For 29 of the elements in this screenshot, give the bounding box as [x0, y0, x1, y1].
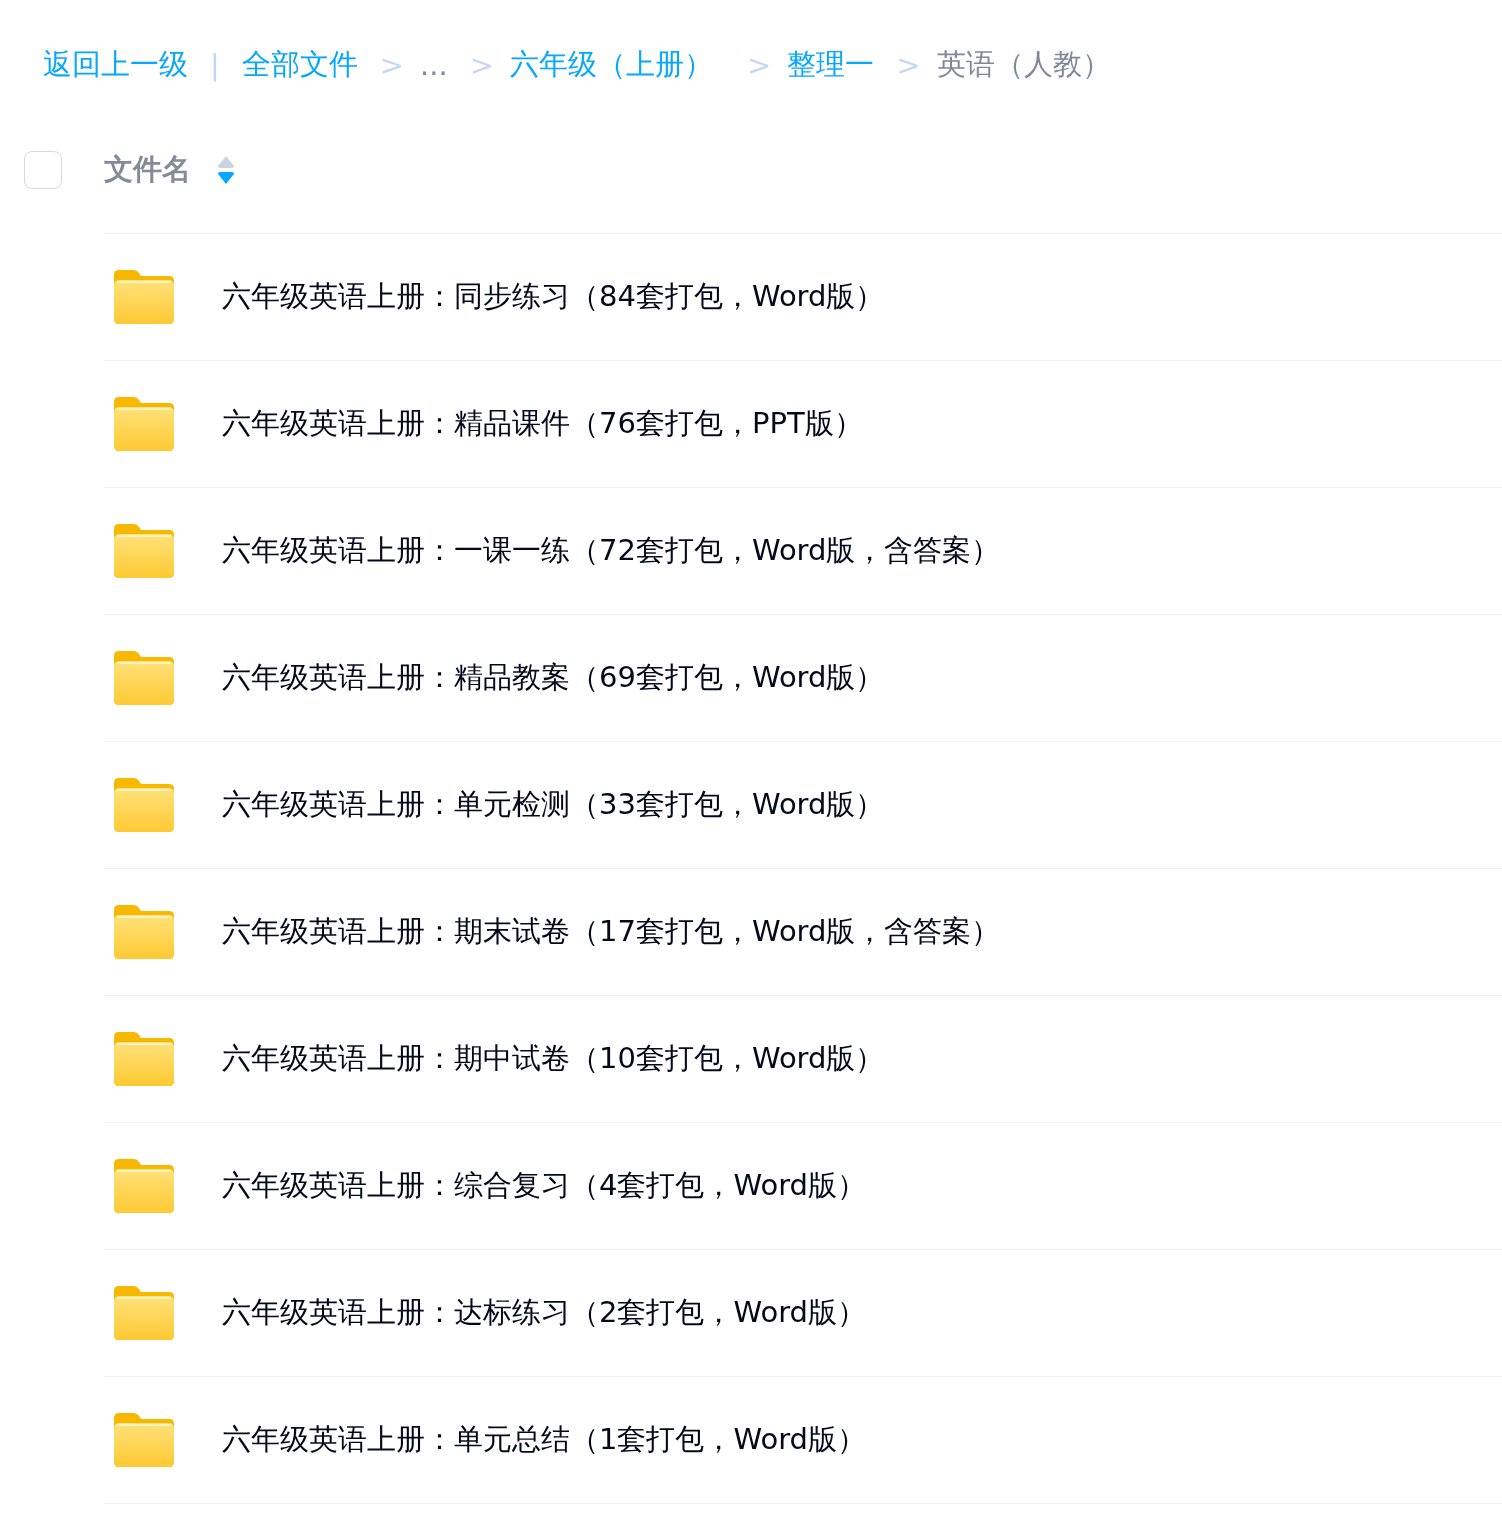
- breadcrumb-separator: >: [379, 48, 405, 82]
- folder-name[interactable]: 六年级英语上册：单元总结（1套打包，Word版）: [222, 1420, 866, 1460]
- breadcrumb-current: 英语（人教）: [936, 46, 1111, 83]
- breadcrumb-separator: >: [747, 48, 772, 82]
- folder-icon: [114, 778, 174, 832]
- folder-name[interactable]: 六年级英语上册：精品教案（69套打包，Word版）: [222, 658, 885, 698]
- folder-name[interactable]: 六年级英语上册：同步练习（84套打包，Word版）: [222, 277, 885, 317]
- folder-icon: [114, 905, 174, 959]
- folder-name[interactable]: 六年级英语上册：单元检测（33套打包，Word版）: [222, 785, 885, 825]
- sort-icon[interactable]: [217, 155, 235, 185]
- folder-name[interactable]: 六年级英语上册：达标练习（2套打包，Word版）: [222, 1293, 866, 1333]
- folder-icon: [114, 1159, 174, 1213]
- folder-icon: [114, 524, 174, 578]
- folder-name[interactable]: 六年级英语上册：期末试卷（17套打包，Word版，含答案）: [222, 912, 1001, 952]
- breadcrumb-divider: |: [210, 48, 220, 82]
- breadcrumb-separator: >: [896, 48, 921, 82]
- folder-name[interactable]: 六年级英语上册：精品课件（76套打包，PPT版）: [222, 404, 863, 444]
- folder-icon: [114, 651, 174, 705]
- folder-icon: [114, 397, 174, 451]
- folder-name[interactable]: 六年级英语上册：综合复习（4套打包，Word版）: [222, 1166, 866, 1206]
- select-all-checkbox[interactable]: [24, 151, 62, 189]
- folder-icon: [114, 1032, 174, 1086]
- folder-icon: [114, 1286, 174, 1340]
- breadcrumb-ellipsis[interactable]: ...: [420, 48, 448, 82]
- folder-name[interactable]: 六年级英语上册：一课一练（72套打包，Word版，含答案）: [222, 531, 1001, 571]
- folder-icon: [114, 1413, 174, 1467]
- folder-name[interactable]: 六年级英语上册：期中试卷（10套打包，Word版）: [222, 1039, 885, 1079]
- folder-icon: [114, 270, 174, 324]
- breadcrumb-separator: >: [469, 48, 495, 82]
